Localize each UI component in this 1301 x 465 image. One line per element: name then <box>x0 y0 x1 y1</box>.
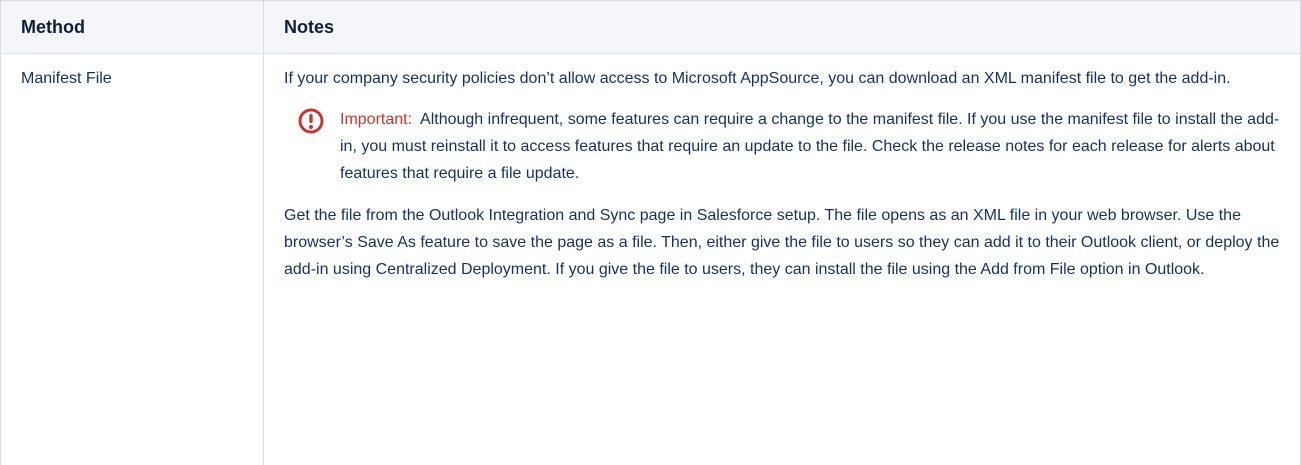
notes-cell: If your company security policies don’t … <box>263 53 1301 465</box>
intro-paragraph: If your company security policies don’t … <box>284 70 1231 87</box>
table-header-row: Method Notes <box>0 0 1301 54</box>
method-cell: Manifest File <box>0 53 264 465</box>
methods-table: Method Notes Manifest File If your compa… <box>0 0 1301 465</box>
column-header-notes: Notes <box>263 0 1301 54</box>
table-header: Method Notes <box>0 0 1301 54</box>
table-body: Manifest File If your company security p… <box>0 53 1301 465</box>
table-row: Manifest File If your company security p… <box>0 53 1301 465</box>
column-header-method: Method <box>0 0 264 54</box>
important-label: Important: <box>340 111 413 128</box>
details-paragraph: Get the file from the Outlook Integratio… <box>284 207 1280 278</box>
important-note: Important: Although infrequent, some feat… <box>284 106 1284 187</box>
important-text: Although infrequent, some features can r… <box>340 111 1280 182</box>
warning-circle-icon <box>298 108 324 134</box>
